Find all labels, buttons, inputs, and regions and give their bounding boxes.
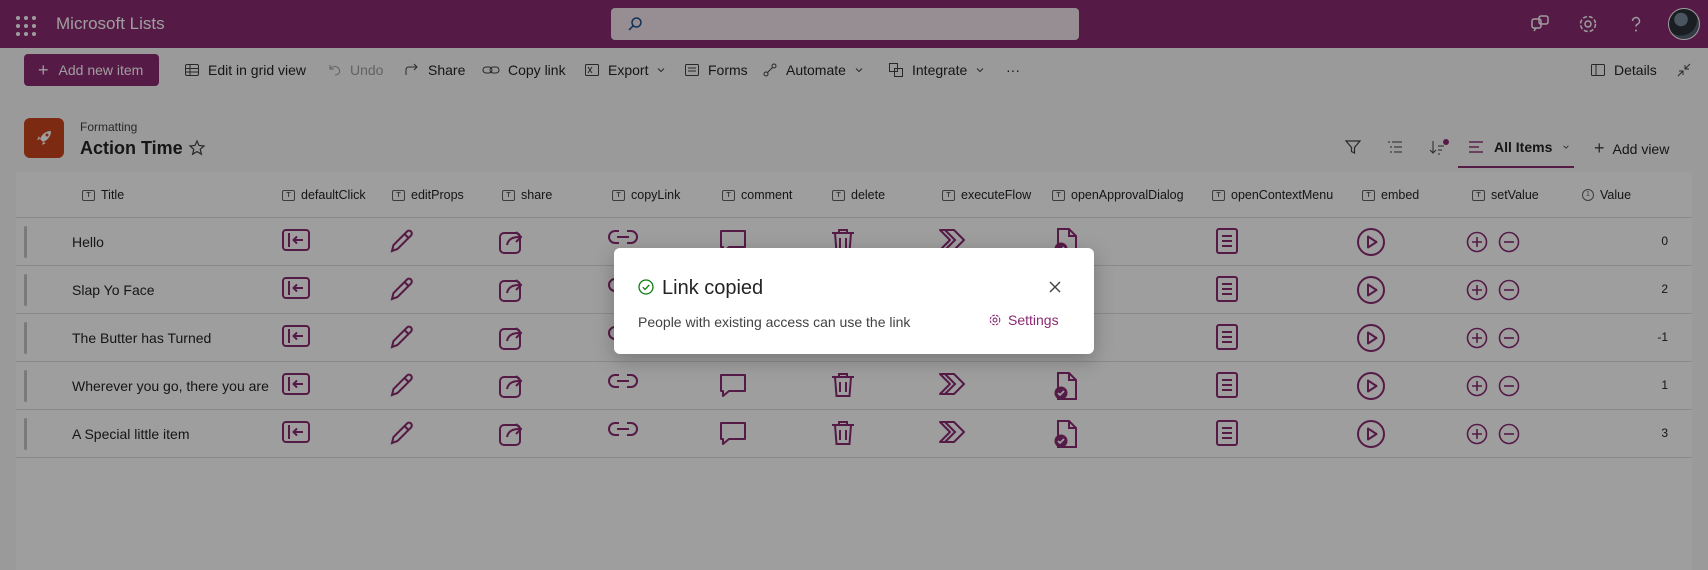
settings-label: Settings	[1008, 312, 1059, 328]
check-circle-icon	[638, 279, 654, 295]
dialog-title: Link copied	[662, 277, 764, 299]
gear-icon	[989, 314, 1001, 326]
dialog-message: People with existing access can use the …	[638, 314, 911, 330]
link-settings-button[interactable]: Settings	[988, 312, 1059, 328]
link-copied-dialog: Link copied People with existing access …	[614, 248, 1094, 354]
close-icon[interactable]	[1046, 278, 1064, 296]
